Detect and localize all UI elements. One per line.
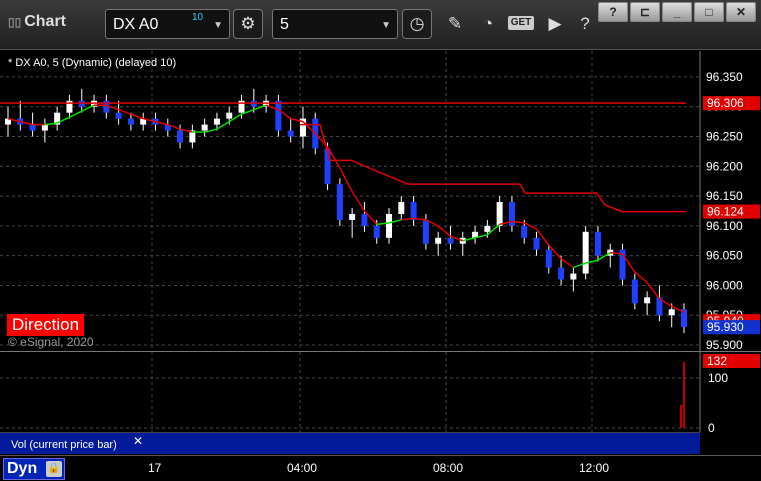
- moving-average-segment: [351, 191, 366, 212]
- moving-average-segment: [437, 225, 451, 237]
- volume-bar: [680, 404, 682, 428]
- maximize-window-button[interactable]: □: [694, 2, 724, 22]
- candle-body: [275, 100, 282, 131]
- price-marker-label: 95.930: [707, 320, 744, 334]
- help-icon[interactable]: ?: [571, 10, 599, 38]
- volume-label: Vol (current price bar): [11, 439, 117, 451]
- price-chart[interactable]: 96.35096.30096.25096.20096.15096.10096.0…: [0, 51, 761, 352]
- moving-average-segment: [130, 113, 144, 120]
- app-title-text: Chart: [24, 13, 66, 30]
- minimize-window-button[interactable]: _: [662, 2, 692, 22]
- grip-icon[interactable]: ▯▯: [8, 15, 21, 29]
- chart-toolbar: ▯▯ Chart DX A0 10 ▼ ⚙ 5 ▼ ◷ ✎ ◔ GET ▶ ? ?…: [0, 0, 761, 50]
- candle-body: [422, 219, 429, 244]
- price-tick-label: 96.050: [706, 249, 743, 263]
- candle-body: [447, 237, 454, 244]
- dynamic-label: Dyn: [7, 460, 38, 477]
- candle-body: [570, 273, 577, 280]
- candle-body: [226, 112, 233, 119]
- candle-body: [127, 118, 134, 125]
- price-tick-label: 96.150: [706, 189, 743, 203]
- candle-body: [398, 202, 405, 214]
- time-template-button[interactable]: ◷: [402, 9, 432, 39]
- candle-body: [533, 237, 540, 250]
- candle-body: [435, 237, 442, 244]
- price-marker-label: 96.306: [707, 96, 744, 110]
- price-tick-label: 96.100: [706, 219, 743, 233]
- price-tick-label: 95.900: [706, 338, 743, 351]
- candle-body: [115, 112, 122, 119]
- symbol-delay-badge: 10: [192, 12, 204, 23]
- candle-body: [213, 118, 220, 125]
- copyright-text: © eSignal, 2020: [8, 335, 94, 349]
- candle-body: [644, 297, 651, 304]
- restore-window-button[interactable]: ⊏: [630, 2, 660, 22]
- candle-body: [29, 124, 36, 131]
- study-icon[interactable]: ◔: [474, 10, 502, 38]
- candle-body: [631, 279, 638, 304]
- candle-body: [521, 225, 528, 238]
- volume-chart[interactable]: 100 0 132: [0, 352, 761, 435]
- time-tick: 12:00: [579, 461, 610, 475]
- close-icon[interactable]: ✕: [133, 434, 143, 448]
- candle-body: [594, 231, 601, 256]
- volume-pane[interactable]: 100 0 132: [0, 352, 761, 435]
- candle-body: [545, 249, 552, 268]
- candle-body: [177, 130, 184, 143]
- interval-value: 5: [280, 16, 289, 33]
- candle-body: [410, 202, 417, 220]
- pencil-icon[interactable]: ✎: [441, 10, 469, 38]
- price-tick-label: 96.200: [706, 159, 743, 173]
- volume-marker-label: 132: [707, 354, 727, 368]
- get-icon[interactable]: GET: [508, 16, 534, 30]
- price-tick-label: 96.250: [706, 130, 743, 144]
- candle-body: [287, 130, 294, 137]
- candle-body: [386, 213, 393, 238]
- price-tick-label: 96.000: [706, 278, 743, 292]
- candle-body: [668, 309, 675, 316]
- candle-body: [582, 231, 589, 274]
- candle-body: [484, 225, 491, 232]
- play-icon[interactable]: ▶: [541, 10, 569, 38]
- app-title: ▯▯ Chart: [8, 13, 66, 31]
- price-tick-label: 96.350: [706, 70, 743, 84]
- moving-average-segment: [560, 258, 574, 269]
- interval-input[interactable]: 5 ▼: [272, 9, 398, 39]
- chevron-down-icon[interactable]: ▼: [213, 20, 223, 31]
- direction-label: Direction: [7, 314, 85, 336]
- study-label: * DX A0, 5 (Dynamic) (delayed 10): [8, 57, 177, 69]
- candle-body: [361, 213, 368, 226]
- candle-body: [558, 267, 565, 280]
- candle-body: [496, 202, 503, 226]
- volume-tick-label: 0: [708, 421, 715, 432]
- time-tick: 17: [148, 461, 162, 475]
- question-window-button[interactable]: ?: [598, 2, 628, 22]
- symbol-value: DX A0: [113, 16, 159, 33]
- volume-bar: [683, 362, 685, 428]
- price-marker-label: 96.124: [707, 205, 744, 219]
- candle-body: [349, 213, 356, 220]
- time-tick: 04:00: [287, 461, 318, 475]
- time-tick: 08:00: [433, 461, 464, 475]
- clock-icon: ◷: [409, 14, 425, 33]
- trailing-stop-line: [300, 123, 686, 213]
- gear-icon: ⚙: [240, 14, 256, 33]
- lock-icon[interactable]: 🔒: [46, 461, 62, 477]
- candle-body: [336, 184, 343, 220]
- candle-body: [201, 124, 208, 131]
- moving-average-segment: [646, 282, 661, 300]
- symbol-input[interactable]: DX A0 10 ▼: [105, 9, 230, 39]
- time-axis: Dyn 🔒 17 04:00 08:00 12:00: [0, 455, 761, 481]
- chevron-down-icon[interactable]: ▼: [381, 20, 391, 31]
- close-window-button[interactable]: ✕: [726, 2, 756, 22]
- dynamic-button[interactable]: Dyn 🔒: [3, 458, 65, 480]
- candle-body: [41, 124, 48, 131]
- settings-gear-button[interactable]: ⚙: [233, 9, 263, 39]
- price-pane[interactable]: 96.35096.30096.25096.20096.15096.10096.0…: [0, 51, 761, 352]
- volume-label-strip: Vol (current price bar) ✕: [0, 432, 700, 454]
- volume-tick-label: 100: [708, 371, 728, 385]
- candle-body: [373, 225, 380, 238]
